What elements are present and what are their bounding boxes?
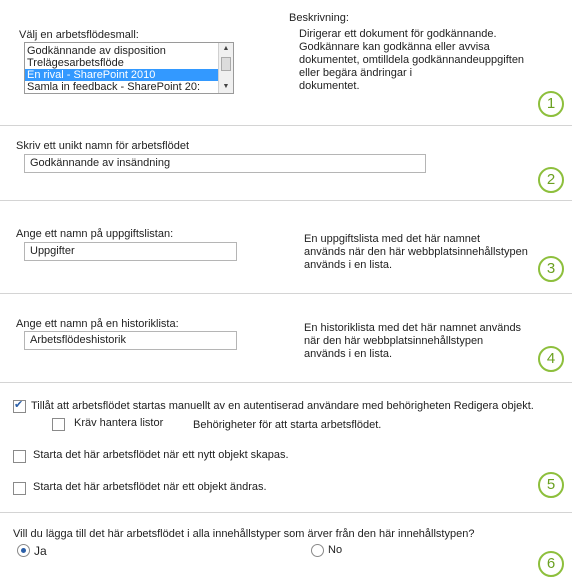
permissions-note: Behörigheter för att starta arbetsflödet… [193, 419, 382, 431]
description-line: En historiklista med det här namnet anvä… [304, 322, 522, 334]
description-line: eller begära ändringar i [299, 67, 413, 79]
step-number-badge: 5 [538, 472, 564, 498]
description-line: dokumentet. [299, 80, 360, 92]
step-number-badge: 3 [538, 256, 564, 282]
scroll-up-icon[interactable]: ▲ [219, 43, 233, 55]
description-line: dokumentet, omtilldela godkännandeuppgif… [299, 54, 525, 66]
inherit-question: Vill du lägga till det här arbetsflödet … [13, 528, 475, 540]
description-line: används när den här webbplatsinnehållsty… [304, 246, 528, 258]
description-line: när den här webbplatsinnehållstypen [304, 335, 484, 347]
inherit-yes-label: Ja [34, 544, 47, 558]
history-list-description: En historiklista med det här namnet anvä… [304, 322, 521, 361]
require-manage-lists-checkbox[interactable] [52, 418, 65, 431]
section-inherit: Vill du lägga till det här arbetsflödet … [0, 512, 572, 587]
inherit-no-label: No [328, 544, 343, 556]
step-number-badge: 1 [538, 91, 564, 117]
history-list-input[interactable]: Arbetsflödeshistorik [24, 331, 237, 350]
template-option[interactable]: Samla in feedback - SharePoint 20: [25, 81, 218, 93]
scroll-down-icon[interactable]: ▼ [219, 81, 233, 93]
template-description: Dirigerar ett dokument för godkännande. … [299, 28, 524, 93]
manual-start-checkbox[interactable] [13, 398, 26, 413]
description-line: En uppgiftslista med det här namnet [304, 233, 481, 245]
step-number-badge: 2 [538, 167, 564, 193]
description-line: Dirigerar ett dokument för godkännande. [299, 28, 497, 40]
manual-start-label: Tillåt att arbetsflödet startas manuellt… [31, 400, 534, 412]
template-listbox[interactable]: Godkännande av disposition Trelägesarbet… [24, 42, 234, 94]
step-number-badge: 6 [538, 551, 564, 577]
workflow-name-input[interactable]: Godkännande av insändning [24, 154, 426, 173]
inherit-yes-radio[interactable] [17, 544, 30, 557]
description-line: Godkännare kan godkänna eller avvisa [299, 41, 490, 53]
step-number-badge: 4 [538, 346, 564, 372]
template-option[interactable]: Trelägesarbetsflöde [25, 57, 218, 69]
start-on-create-checkbox[interactable] [13, 450, 26, 463]
history-list-label: Ange ett namn på en historiklista: [16, 318, 179, 330]
section-template: Välj en arbetsflödesmall: Godkännande av… [0, 0, 572, 126]
template-option-selected[interactable]: En rival - SharePoint 2010 [25, 69, 218, 81]
template-scrollbar[interactable]: ▲ ▼ [218, 43, 233, 93]
description-label: Beskrivning: [289, 12, 349, 24]
task-list-input[interactable]: Uppgifter [24, 242, 237, 261]
section-history-list: Ange ett namn på en historiklista: Arbet… [0, 293, 572, 383]
start-on-create-label: Starta det här arbetsflödet när ett nytt… [33, 449, 289, 461]
task-list-label: Ange ett namn på uppgiftslistan: [16, 228, 174, 240]
start-on-change-label: Starta det här arbetsflödet när ett obje… [33, 481, 267, 493]
template-option[interactable]: Godkännande av disposition [25, 45, 218, 57]
workflow-name-label: Skriv ett unikt namn för arbetsflödet [16, 140, 190, 152]
task-list-description: En uppgiftslista med det här namnet anvä… [304, 233, 528, 272]
inherit-no-radio[interactable] [311, 544, 324, 557]
scroll-thumb[interactable] [221, 57, 231, 71]
description-line: används i en lista. [304, 259, 393, 271]
template-label: Välj en arbetsflödesmall: [19, 29, 139, 41]
section-task-list: Ange ett namn på uppgiftslistan: Uppgift… [0, 200, 572, 294]
section-start-options: Tillåt att arbetsflödet startas manuellt… [0, 382, 572, 513]
require-manage-lists-label: Kräv hantera listor [74, 417, 164, 429]
section-workflow-name: Skriv ett unikt namn för arbetsflödet Go… [0, 125, 572, 201]
description-line: används i en lista. [304, 348, 393, 360]
start-on-change-checkbox[interactable] [13, 482, 26, 495]
